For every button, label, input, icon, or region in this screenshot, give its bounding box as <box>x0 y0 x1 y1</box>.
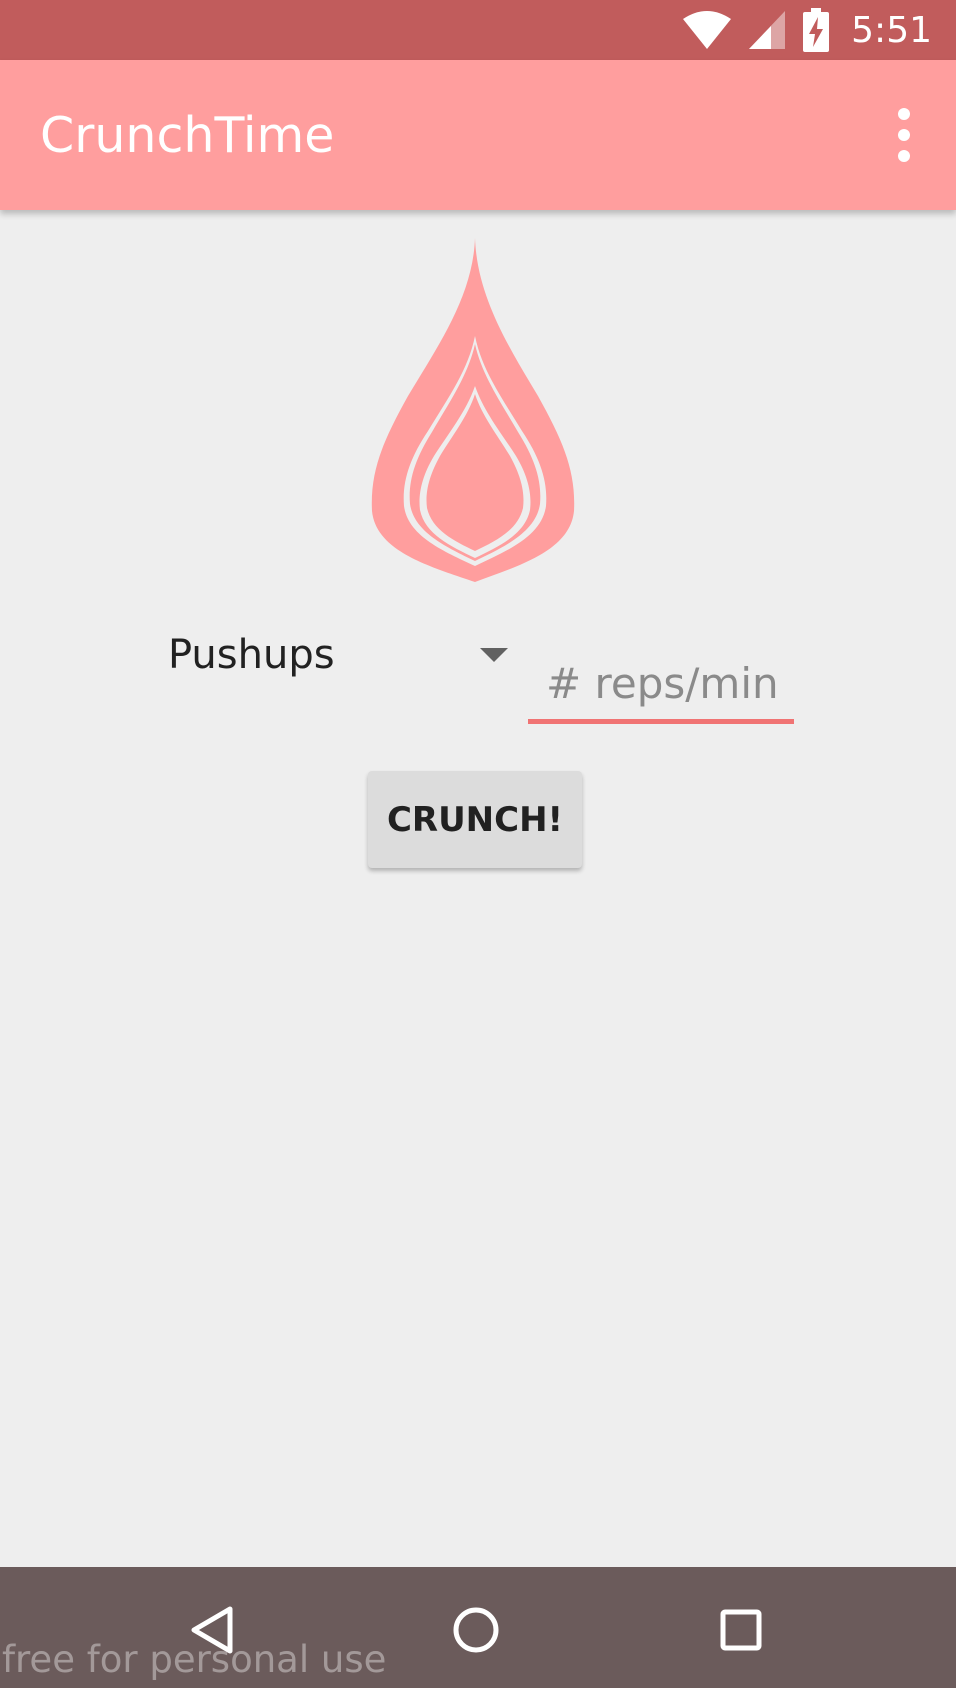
app-bar: CrunchTime <box>0 60 956 210</box>
exercise-spinner[interactable]: Pushups <box>160 618 520 698</box>
menu-dot <box>898 108 910 120</box>
watermark-text: free for personal use <box>2 1638 387 1681</box>
recents-icon[interactable] <box>706 1595 776 1665</box>
menu-dot <box>898 129 910 141</box>
battery-charging-icon <box>803 8 830 52</box>
reps-per-min-input[interactable] <box>528 648 794 724</box>
cellular-signal-icon <box>749 11 786 49</box>
status-time: 5:51 <box>851 9 932 51</box>
wifi-icon <box>683 11 732 49</box>
status-icons: 5:51 <box>683 0 932 60</box>
app-title: CrunchTime <box>40 107 335 164</box>
dropdown-arrow-icon <box>480 648 508 662</box>
exercise-spinner-value: Pushups <box>168 632 335 678</box>
status-bar: 5:51 <box>0 0 956 60</box>
more-vert-icon[interactable] <box>880 98 928 172</box>
crunch-button[interactable]: CRUNCH! <box>368 771 582 868</box>
menu-dot <box>898 150 910 162</box>
flame-icon <box>371 238 575 582</box>
home-icon[interactable] <box>441 1595 511 1665</box>
